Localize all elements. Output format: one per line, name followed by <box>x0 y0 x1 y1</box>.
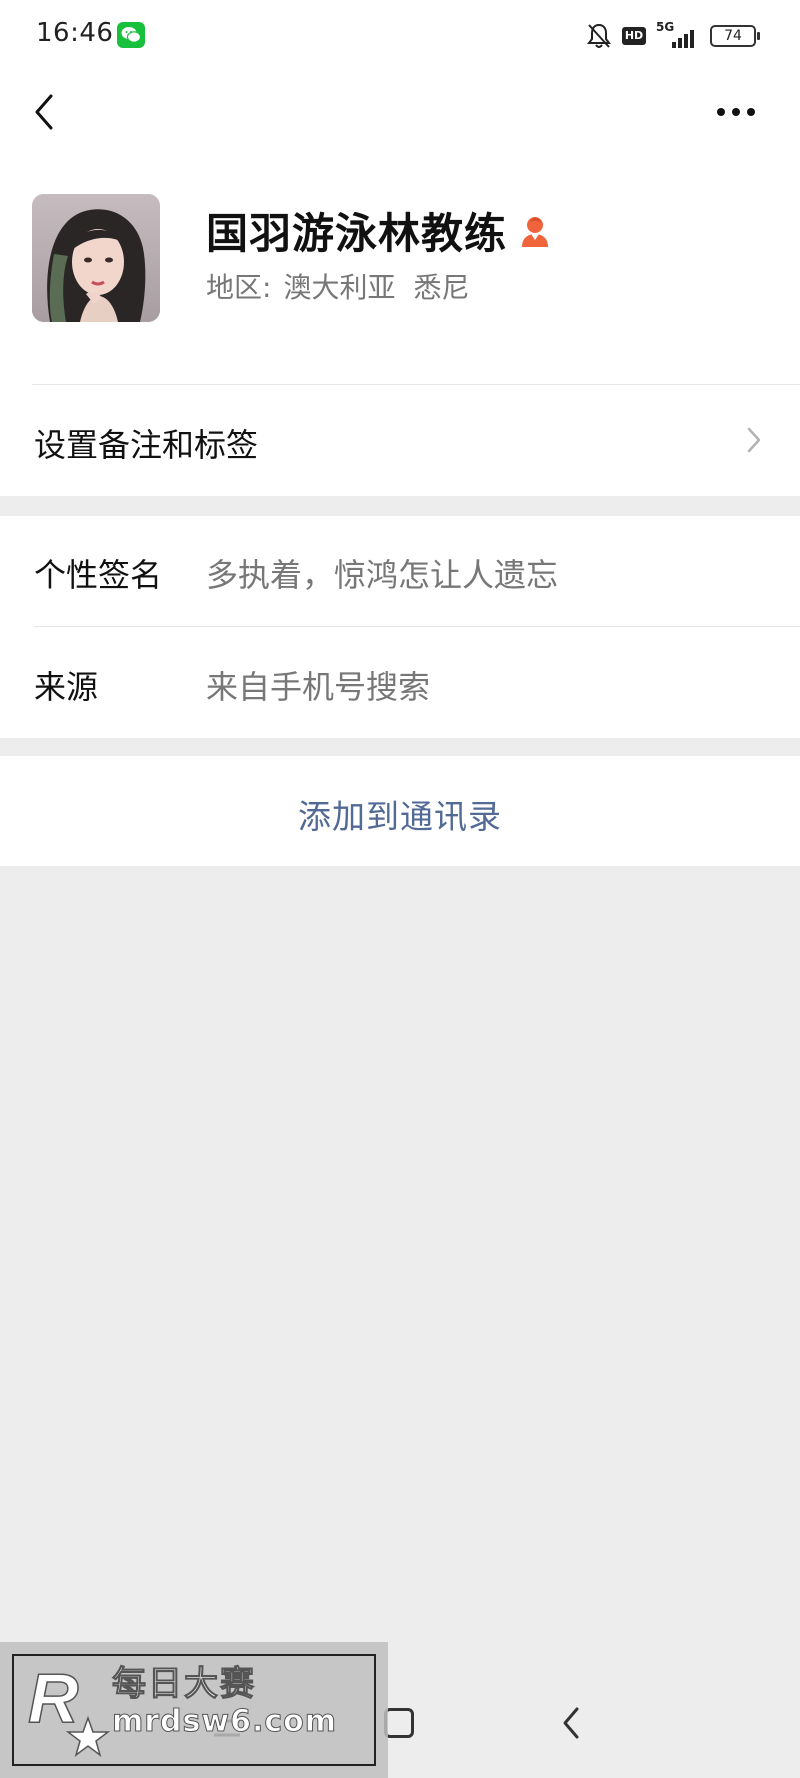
region-row: 地区: 澳大利亚 悉尼 <box>206 266 469 306</box>
watermark-logo-icon: R <box>27 1658 111 1757</box>
profile-header: 国羽游泳林教练 地区: 澳大利亚 悉尼 <box>0 152 800 386</box>
status-bar: 16:46 HD 5G 74 <box>0 0 800 72</box>
back-button[interactable] <box>22 90 66 134</box>
home-icon[interactable] <box>384 1708 414 1738</box>
info-group: 个性签名 多执着，惊鸿怎让人遗忘 来源 来自手机号搜索 <box>0 516 800 738</box>
add-to-contacts-button[interactable]: 添加到通讯录 <box>0 756 800 866</box>
watermark-url: mrdsw6.com <box>111 1704 338 1740</box>
watermark: R 每日大赛 mrdsw6.com <box>0 1642 388 1778</box>
set-remark-and-tags-row[interactable]: 设置备注和标签 <box>0 386 800 496</box>
name-row: 国羽游泳林教练 <box>206 200 551 261</box>
chevron-left-icon <box>35 94 53 130</box>
signature-label: 个性签名 <box>34 556 163 594</box>
source-label: 来源 <box>34 668 99 706</box>
system-back-icon[interactable] <box>560 1706 582 1740</box>
add-to-contacts-label: 添加到通讯录 <box>298 797 502 836</box>
watermark-title: 每日大赛 <box>112 1664 256 1705</box>
remark-label: 设置备注和标签 <box>34 426 259 464</box>
bell-muted-icon <box>587 23 611 48</box>
hd-badge: HD <box>622 27 646 45</box>
divider <box>34 626 800 627</box>
region-label: 地区: <box>206 271 272 304</box>
chevron-right-icon <box>747 427 761 453</box>
signature-row: 个性签名 多执着，惊鸿怎让人遗忘 <box>0 516 800 627</box>
nav-bar <box>0 72 800 152</box>
status-time: 16:46 <box>36 18 114 48</box>
battery-icon: 74 <box>710 25 760 47</box>
female-icon <box>522 216 549 247</box>
divider <box>32 384 800 385</box>
status-indicators: HD 5G 74 <box>586 20 760 52</box>
source-value: 来自手机号搜索 <box>206 668 431 706</box>
signature-value: 多执着，惊鸿怎让人遗忘 <box>206 556 559 594</box>
region-city: 悉尼 <box>413 271 470 304</box>
battery-level: 74 <box>724 28 742 44</box>
wechat-notification-icon <box>117 22 145 48</box>
signal-icon: 5G <box>656 20 700 50</box>
contact-name: 国羽游泳林教练 <box>206 209 508 258</box>
avatar[interactable] <box>32 194 160 322</box>
more-button[interactable] <box>706 90 766 134</box>
source-row: 来源 来自手机号搜索 <box>0 628 800 738</box>
more-dots-icon <box>717 108 755 116</box>
svg-text:R: R <box>28 1659 79 1737</box>
region-country: 澳大利亚 <box>283 271 396 304</box>
